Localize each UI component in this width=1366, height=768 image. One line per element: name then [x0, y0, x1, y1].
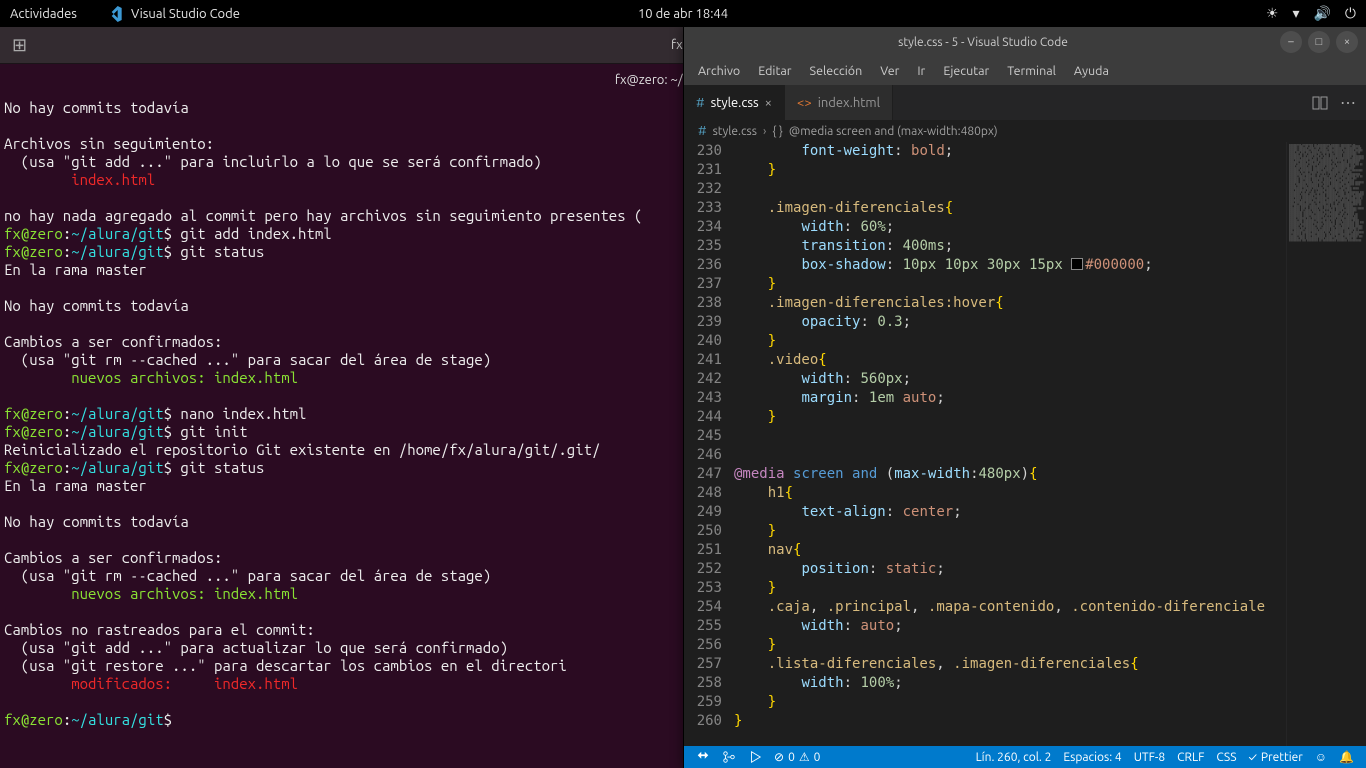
vscode-window-title: style.css - 5 - Visual Studio Code [694, 36, 1272, 49]
window-maximize-button[interactable]: □ [1308, 31, 1330, 53]
debug-status[interactable] [742, 750, 768, 764]
feedback-icon[interactable]: ☺ [1309, 750, 1333, 764]
app-indicator[interactable]: Visual Studio Code [107, 6, 240, 22]
menu-ir[interactable]: Ir [909, 60, 933, 82]
gnome-topbar: Actividades Visual Studio Code 10 de abr… [0, 0, 1366, 27]
volume-icon: 🔊 [1313, 5, 1330, 22]
close-icon[interactable]: × [765, 96, 772, 110]
editor-tabs: # style.css × <> index.html ⋯ [684, 85, 1366, 120]
html-file-icon: <> [797, 96, 812, 110]
menu-ejecutar[interactable]: Ejecutar [935, 60, 997, 82]
menu-selección[interactable]: Selección [802, 60, 871, 82]
cursor-position[interactable]: Lín. 260, col. 2 [970, 751, 1058, 764]
problems-status[interactable]: ⊘0 ⚠0 [768, 750, 826, 764]
more-actions-icon[interactable]: ⋯ [1340, 93, 1356, 112]
code-editor[interactable]: font-weight: bold; } .imagen-diferencial… [734, 142, 1286, 746]
split-editor-icon[interactable] [1312, 95, 1328, 111]
menu-archivo[interactable]: Archivo [690, 60, 748, 82]
css-file-icon: # [696, 96, 705, 110]
vscode-titlebar: style.css - 5 - Visual Studio Code – □ × [684, 27, 1366, 57]
eol-status[interactable]: CRLF [1171, 751, 1210, 764]
indentation-status[interactable]: Espacios: 4 [1057, 751, 1127, 764]
vscode-window: style.css - 5 - Visual Studio Code – □ ×… [683, 27, 1366, 768]
window-close-button[interactable]: × [1336, 31, 1358, 53]
vscode-menubar: ArchivoEditarSelecciónVerIrEjecutarTermi… [684, 57, 1366, 85]
menu-terminal[interactable]: Terminal [999, 60, 1064, 82]
power-icon: ⏻ [1345, 5, 1356, 22]
status-bar: ⊘0 ⚠0 Lín. 260, col. 2 Espacios: 4 UTF-8… [684, 746, 1366, 768]
menu-ver[interactable]: Ver [872, 60, 907, 82]
window-minimize-button[interactable]: – [1280, 31, 1302, 53]
remote-indicator[interactable] [690, 750, 716, 764]
prettier-status[interactable]: ✓Prettier [1243, 751, 1309, 764]
chevron-right-icon: › [763, 125, 766, 138]
editor-tab-index.html[interactable]: <> index.html [785, 85, 893, 120]
editor-tab-style.css[interactable]: # style.css × [684, 85, 785, 120]
breadcrumbs[interactable]: # style.css › { } @media screen and (max… [684, 120, 1366, 142]
terminal-newtab-button[interactable]: ⊞ [0, 35, 39, 56]
line-gutter: 230 231 232 233 234 235 236 237 238 239 … [684, 142, 734, 746]
clock[interactable]: 10 de abr 18:44 [638, 7, 728, 21]
menu-ayuda[interactable]: Ayuda [1066, 60, 1117, 82]
menu-editar[interactable]: Editar [750, 60, 799, 82]
brightness-icon: ☀ [1266, 5, 1279, 22]
network-icon: ▾ [1292, 5, 1299, 22]
activities-button[interactable]: Actividades [10, 7, 77, 21]
source-control-status[interactable] [716, 750, 742, 764]
braces-icon: { } [772, 125, 783, 138]
system-tray[interactable]: ☀ ▾ 🔊 ⏻ [1266, 5, 1356, 22]
css-file-icon: # [698, 124, 707, 138]
notifications-icon[interactable]: 🔔 [1333, 750, 1360, 764]
language-mode[interactable]: CSS [1210, 751, 1242, 764]
minimap[interactable]: ██████████ █████████ ██ ██████████ █████… [1286, 142, 1366, 746]
vscode-icon [107, 6, 123, 22]
encoding-status[interactable]: UTF-8 [1128, 751, 1171, 764]
editor-area[interactable]: 230 231 232 233 234 235 236 237 238 239 … [684, 142, 1366, 746]
